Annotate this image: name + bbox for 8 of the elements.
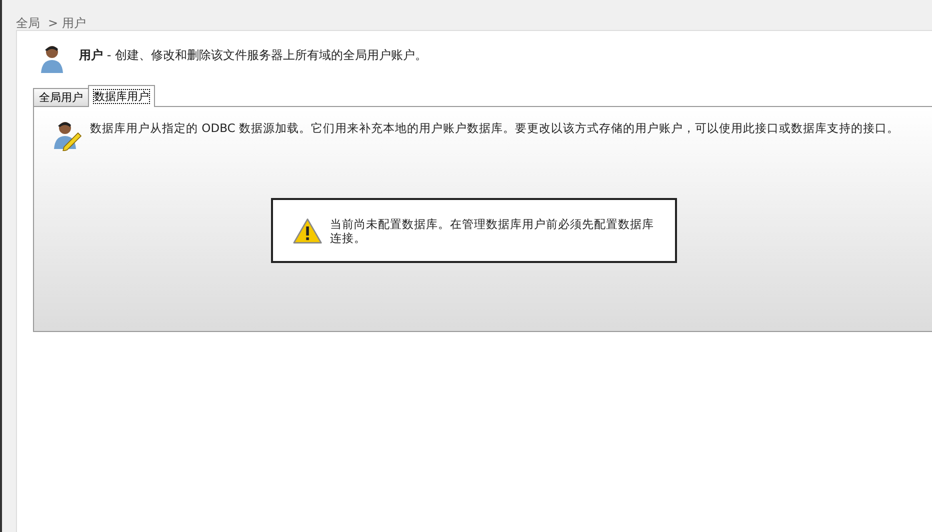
warning-text: 当前尚未配置数据库。在管理数据库用户前必须先配置数据库连接。 xyxy=(330,216,656,244)
breadcrumb-item[interactable]: > 用户 xyxy=(48,15,86,30)
tab-description: 数据库用户从指定的 ODBC 数据源加载。它们用来补充本地的用户账户数据库。要更改以该方式存储的用户账户，可以使用此接口或数据库支持的接口。 xyxy=(90,121,899,136)
tab[interactable]: 全局用户 xyxy=(33,88,89,107)
page-description: 用户 - 创建、修改和删除该文件服务器上所有域的全局用户账户。 xyxy=(79,47,427,64)
tab[interactable]: 数据库用户 xyxy=(88,85,155,107)
warning-icon xyxy=(293,216,322,244)
breadcrumb-item[interactable]: 全局 xyxy=(16,15,40,30)
